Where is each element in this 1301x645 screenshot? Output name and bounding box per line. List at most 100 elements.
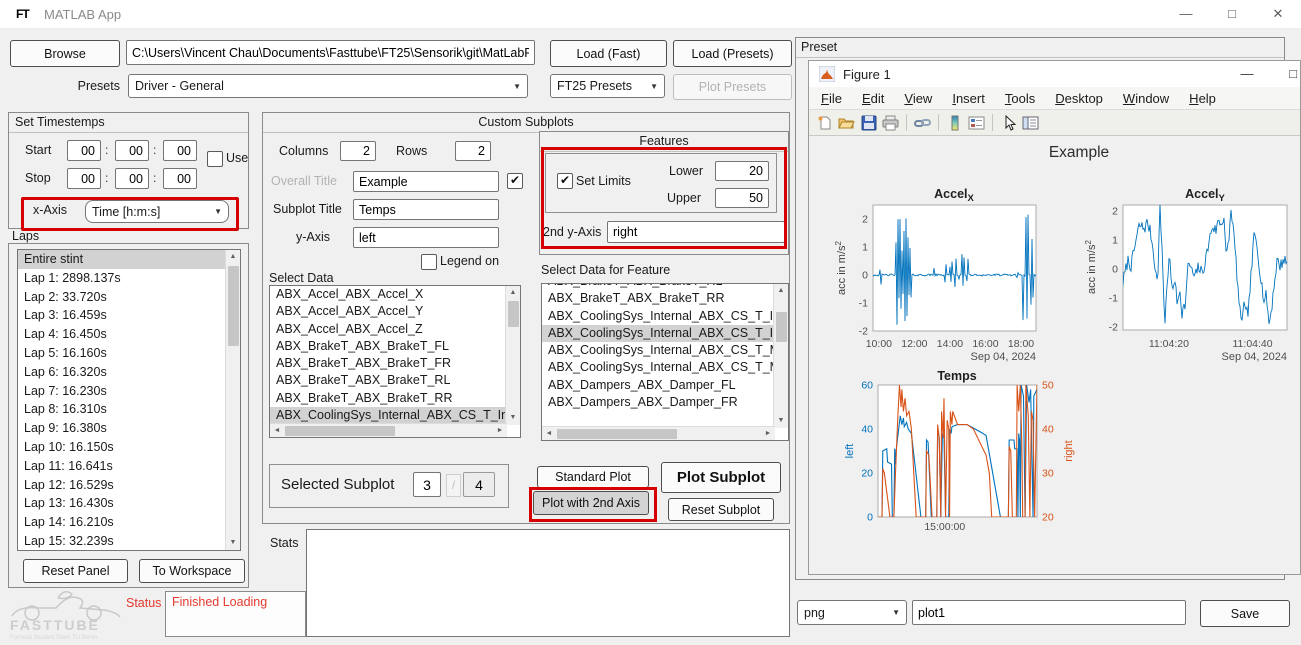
colorbar-icon[interactable] — [945, 113, 964, 132]
figure-maximize-button[interactable]: □ — [1281, 61, 1301, 87]
list-item[interactable]: ABX_Accel_ABX_Accel_Z — [270, 321, 505, 338]
menu-item-file[interactable]: File — [811, 91, 852, 106]
list-item[interactable]: Lap 9: 16.380s — [18, 419, 225, 438]
list-item[interactable]: ABX_CoolingSys_Internal_ABX_CS_T_Inv — [542, 308, 773, 325]
menu-item-help[interactable]: Help — [1179, 91, 1226, 106]
list-item[interactable]: ABX_CoolingSys_Internal_ABX_CS_T_InvL — [270, 407, 505, 424]
stats-area[interactable] — [306, 529, 790, 637]
stop-s[interactable] — [163, 168, 197, 189]
list-item[interactable]: Lap 14: 16.210s — [18, 513, 225, 532]
property-editor-icon[interactable] — [1021, 113, 1040, 132]
feature-vscroll[interactable]: ▲ ▼ — [773, 284, 788, 428]
list-item[interactable]: ABX_Accel_ABX_Accel_Y — [270, 303, 505, 320]
list-item[interactable]: Lap 1: 2898.137s — [18, 269, 225, 288]
overall-title-field[interactable] — [353, 171, 499, 192]
cursor-icon[interactable] — [999, 113, 1018, 132]
reset-subplot-button[interactable]: Reset Subplot — [668, 498, 774, 521]
menu-item-window[interactable]: Window — [1113, 91, 1179, 106]
scroll-left-icon[interactable]: ◄ — [542, 427, 556, 441]
subplot-total-field[interactable] — [463, 472, 495, 497]
list-item[interactable]: Lap 15: 32.239s — [18, 532, 225, 551]
app-close-button[interactable]: ✕ — [1255, 0, 1301, 28]
y-axis-field[interactable] — [353, 227, 499, 248]
select-data-vscroll[interactable]: ▲ ▼ — [505, 286, 520, 425]
list-item[interactable]: ABX_Dampers_ABX_Damper_FL — [542, 377, 773, 394]
menu-item-desktop[interactable]: Desktop — [1045, 91, 1113, 106]
list-item[interactable]: Lap 6: 16.320s — [18, 363, 225, 382]
menu-item-edit[interactable]: Edit — [852, 91, 894, 106]
scroll-thumb[interactable] — [285, 426, 395, 436]
list-item[interactable]: ABX_CoolingSys_Internal_ABX_CS_T_M — [542, 359, 773, 376]
list-item[interactable]: Lap 2: 33.720s — [18, 288, 225, 307]
scroll-right-icon[interactable]: ► — [761, 427, 775, 441]
plot-2nd-button[interactable]: Plot with 2nd Axis — [533, 491, 649, 515]
list-item[interactable]: Lap 3: 16.459s — [18, 306, 225, 325]
load-fast-button[interactable]: Load (Fast) — [550, 40, 667, 67]
scroll-up-icon[interactable]: ▲ — [506, 286, 520, 300]
app-maximize-button[interactable]: □ — [1209, 0, 1255, 28]
plot-presets-button[interactable]: Plot Presets — [673, 74, 792, 100]
legend-icon[interactable] — [967, 113, 986, 132]
laps-vscroll[interactable]: ▲ ▼ — [225, 250, 240, 550]
export-name-input[interactable] — [912, 600, 1186, 625]
ft25-presets-dropdown[interactable]: FT25 Presets ▼ — [550, 74, 665, 98]
start-m[interactable] — [115, 140, 149, 161]
browse-button[interactable]: Browse — [10, 40, 120, 67]
list-item[interactable]: ABX_CoolingSys_Internal_ABX_CS_T_M — [542, 342, 773, 359]
scroll-thumb[interactable] — [508, 301, 519, 327]
list-item[interactable]: ABX_BrakeT_ABX_BrakeT_RR — [270, 390, 505, 407]
menu-item-view[interactable]: View — [894, 91, 942, 106]
upper-field[interactable] — [715, 188, 769, 208]
scroll-thumb[interactable] — [228, 266, 239, 346]
list-item[interactable]: ABX_BrakeT_ABX_BrakeT_RL — [270, 372, 505, 389]
save-button[interactable]: Save — [1200, 600, 1290, 627]
list-item[interactable]: Lap 4: 16.450s — [18, 325, 225, 344]
menu-item-tools[interactable]: Tools — [995, 91, 1045, 106]
subplot-title-field[interactable] — [353, 199, 499, 220]
list-item[interactable]: Lap 8: 16.310s — [18, 400, 225, 419]
scroll-up-icon[interactable]: ▲ — [226, 250, 240, 264]
subplot-index-field[interactable] — [413, 472, 441, 497]
stop-m[interactable] — [115, 168, 149, 189]
list-item[interactable]: ABX_BrakeT_ABX_BrakeT_FL — [270, 338, 505, 355]
list-item[interactable]: ABX_CoolingSys_Internal_ABX_CS_T_Inv — [542, 325, 773, 342]
x-axis-dropdown[interactable]: Time [h:m:s] ▼ — [85, 200, 229, 223]
open-file-icon[interactable] — [837, 113, 856, 132]
lower-field[interactable] — [715, 161, 769, 181]
app-minimize-button[interactable]: — — [1163, 0, 1209, 28]
scroll-down-icon[interactable]: ▼ — [774, 414, 788, 428]
set-limits-checkbox[interactable]: ✔ — [557, 173, 573, 189]
list-item[interactable]: ABX_Accel_ABX_Accel_X — [270, 286, 505, 303]
scroll-up-icon[interactable]: ▲ — [774, 284, 788, 298]
export-format-dropdown[interactable]: png ▼ — [797, 600, 907, 625]
rows-field[interactable] — [455, 141, 491, 161]
scroll-left-icon[interactable]: ◄ — [270, 424, 284, 438]
new-figure-icon[interactable] — [815, 113, 834, 132]
select-data-listbox[interactable]: ABX_Accel_ABX_Accel_XABX_Accel_ABX_Accel… — [269, 285, 521, 438]
standard-plot-button[interactable]: Standard Plot — [537, 466, 649, 488]
list-item[interactable]: ABX_BrakeT_ABX_BrakeT_RR — [542, 290, 773, 307]
feature-hscroll[interactable]: ◄ ► — [542, 426, 775, 440]
start-s[interactable] — [163, 140, 197, 161]
list-item[interactable]: Lap 7: 16.230s — [18, 382, 225, 401]
select-data-hscroll[interactable]: ◄ ► — [270, 423, 507, 437]
feature-listbox[interactable]: ABX_BrakeT_ABX_BrakeT_RLABX_BrakeT_ABX_B… — [541, 283, 789, 441]
columns-field[interactable] — [340, 141, 376, 161]
plot-subplot-button[interactable]: Plot Subplot — [661, 462, 781, 493]
preset-dropdown[interactable]: Driver - General ▼ — [128, 74, 528, 98]
list-item[interactable]: Lap 13: 16.430s — [18, 494, 225, 513]
menu-item-insert[interactable]: Insert — [942, 91, 995, 106]
stop-h[interactable] — [67, 168, 101, 189]
save-icon[interactable] — [859, 113, 878, 132]
load-presets-button[interactable]: Load (Presets) — [673, 40, 792, 67]
list-item[interactable]: Lap 11: 16.641s — [18, 457, 225, 476]
list-item[interactable]: Lap 10: 16.150s — [18, 438, 225, 457]
list-item[interactable]: ABX_BrakeT_ABX_BrakeT_FR — [270, 355, 505, 372]
link-icon[interactable] — [913, 113, 932, 132]
path-input[interactable] — [126, 40, 535, 65]
list-item[interactable]: Lap 12: 16.529s — [18, 476, 225, 495]
laps-listbox[interactable]: Entire stintLap 1: 2898.137sLap 2: 33.72… — [17, 249, 241, 551]
second-y-axis-field[interactable] — [607, 221, 785, 243]
list-item[interactable]: ABX_Dampers_ABX_Damper_FR — [542, 394, 773, 411]
list-item[interactable]: Lap 5: 16.160s — [18, 344, 225, 363]
